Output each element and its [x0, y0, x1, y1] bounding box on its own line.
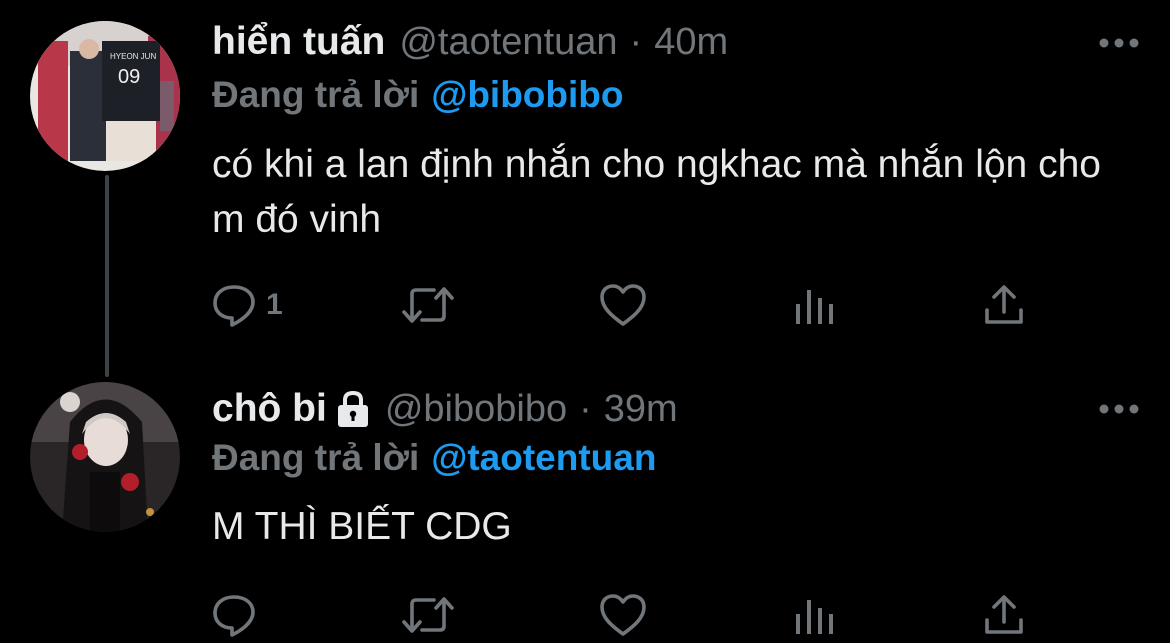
share-icon — [985, 285, 1023, 324]
share-icon — [985, 595, 1023, 634]
reply-count: 1 — [266, 288, 283, 321]
replying-to: Đang trả lời @bibobibo — [212, 70, 623, 120]
tweet-actions — [210, 590, 1040, 640]
analytics-icon — [796, 290, 833, 324]
tweet-text: M THÌ BIẾT CDG — [212, 505, 512, 548]
reply-icon — [213, 595, 255, 637]
views-button[interactable] — [792, 590, 836, 640]
retweet-button[interactable] — [400, 590, 456, 640]
more-horizontal-icon[interactable] — [1098, 403, 1140, 415]
retweet-icon — [402, 597, 454, 633]
thread-connector-line — [105, 175, 109, 377]
tweet-thread: HYEON JUN 09 hiển tuấn @taotentuan · 40m… — [0, 0, 1170, 643]
user-handle[interactable]: @taotentuan — [399, 21, 617, 64]
timestamp[interactable]: 39m — [604, 388, 678, 431]
reply-button[interactable] — [210, 590, 266, 640]
tweet-header: chô bi @bibobibo · 39m — [212, 382, 678, 436]
more-horizontal-icon[interactable] — [1098, 37, 1140, 49]
replying-to-handle[interactable]: @taotentuan — [431, 437, 656, 479]
svg-text:09: 09 — [118, 66, 140, 88]
share-button[interactable] — [982, 280, 1026, 330]
separator-dot: · — [579, 387, 592, 430]
replying-label: Đang trả lời — [212, 74, 420, 115]
heart-icon — [600, 594, 646, 636]
retweet-button[interactable] — [400, 280, 456, 330]
analytics-icon — [796, 600, 833, 634]
avatar-hien-tuan[interactable]: HYEON JUN 09 — [30, 21, 180, 171]
tweet-header: hiển tuấn @taotentuan · 40m — [212, 15, 728, 69]
like-button[interactable] — [598, 280, 648, 330]
tweet-actions: 1 — [210, 280, 1040, 330]
lock-icon — [337, 390, 368, 427]
svg-text:HYEON JUN: HYEON JUN — [110, 52, 156, 61]
display-name[interactable]: chô bi — [212, 387, 327, 431]
share-button[interactable] — [982, 590, 1026, 640]
avatar-cho-bi[interactable] — [30, 382, 180, 532]
like-button[interactable] — [598, 590, 648, 640]
separator-dot: · — [629, 20, 643, 63]
views-button[interactable] — [792, 280, 836, 330]
user-handle[interactable]: @bibobibo — [385, 388, 567, 431]
reply-button[interactable]: 1 — [210, 280, 283, 330]
tweet-text: có khi a lan định nhắn cho ngkhac mà nhắ… — [212, 143, 1101, 241]
reply-icon — [213, 285, 255, 327]
replying-to: Đang trả lời @taotentuan — [212, 433, 656, 483]
heart-icon — [600, 284, 646, 326]
replying-to-handle[interactable]: @bibobibo — [431, 74, 623, 116]
retweet-icon — [402, 287, 454, 323]
display-name[interactable]: hiển tuấn — [212, 20, 385, 64]
replying-label: Đang trả lời — [212, 437, 420, 478]
timestamp[interactable]: 40m — [654, 21, 728, 64]
